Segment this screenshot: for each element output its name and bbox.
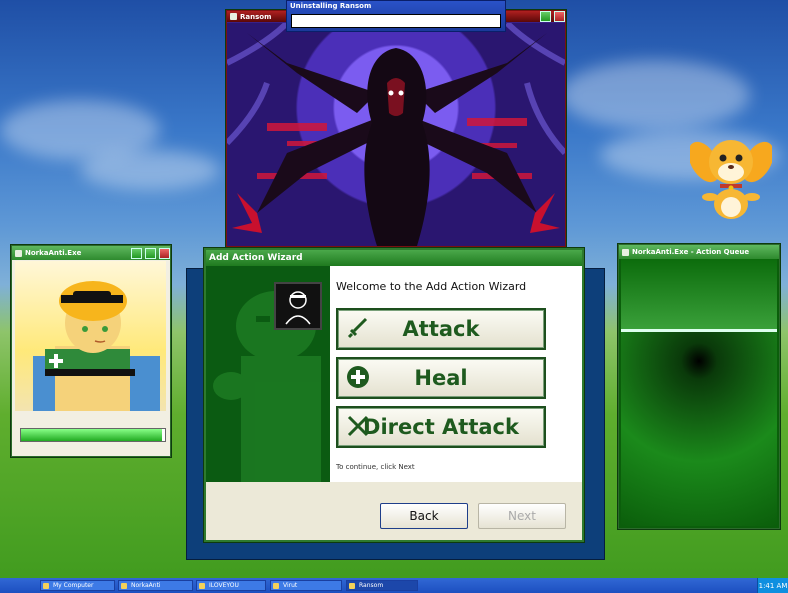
close-button[interactable] (554, 11, 565, 22)
attack-label: Attack (402, 317, 480, 341)
character-sketch-icon (274, 282, 322, 330)
portrait-title: NorkaAnti.Exe (25, 249, 82, 257)
taskbar-item-ransom[interactable]: Ransom (346, 580, 418, 591)
queue-titlebar[interactable]: NorkaAnti.Exe - Action Queue (619, 245, 779, 259)
add-action-wizard[interactable]: Add Action Wizard Welcome to the Add Act… (204, 248, 584, 542)
queue-lower-panel (621, 332, 777, 526)
taskbar: My Computer NorkaAnti ILOVEYOU Virut Ran… (0, 578, 788, 593)
action-queue-window[interactable]: NorkaAnti.Exe - Action Queue (618, 244, 780, 529)
hero-portrait (15, 261, 166, 411)
wizard-content: Welcome to the Add Action Wizard Attack … (274, 266, 582, 482)
wizard-welcome-text: Welcome to the Add Action Wizard (336, 280, 527, 293)
wizard-hint: To continue, click Next (336, 463, 415, 471)
next-button[interactable]: Next (478, 503, 566, 529)
portrait-titlebar[interactable]: NorkaAnti.Exe (12, 246, 170, 260)
taskbar-item-my-computer[interactable]: My Computer (40, 580, 115, 591)
ransom-window[interactable]: Ransom (226, 10, 566, 247)
uninstall-progress-bar (291, 14, 501, 28)
uninstall-progress-window: Uninstalling Ransom (286, 0, 506, 32)
taskbar-item-virut[interactable]: Virut (270, 580, 342, 591)
ransom-title: Ransom (240, 12, 272, 21)
close-button[interactable] (159, 247, 170, 259)
sword-icon (347, 317, 368, 339)
uninstall-title: Uninstalling Ransom (290, 2, 372, 10)
cloud (560, 60, 750, 130)
hero-health-bar (20, 428, 166, 442)
taskbar-item-norkaanti[interactable]: NorkaAnti (118, 580, 193, 591)
cloud (80, 150, 220, 190)
minimize-button[interactable] (540, 11, 551, 22)
dog-mascot-icon[interactable] (690, 132, 772, 222)
norkaanti-window-icon (15, 249, 22, 257)
hero-health-fill (21, 429, 163, 441)
heal-label: Heal (414, 366, 468, 390)
norkaanti-window-icon (622, 248, 629, 256)
taskbar-clock: 1:41 AM (757, 578, 788, 593)
minimize-button[interactable] (131, 247, 142, 259)
ransom-boss-art (227, 23, 565, 246)
maximize-button[interactable] (145, 247, 156, 259)
heal-button[interactable]: Heal (336, 357, 546, 399)
direct-attack-button[interactable]: Direct Attack (336, 406, 546, 448)
wizard-title: Add Action Wizard (209, 253, 303, 263)
back-button[interactable]: Back (380, 503, 468, 529)
wizard-titlebar[interactable]: Add Action Wizard (206, 250, 582, 266)
plus-icon (347, 366, 369, 388)
direct-attack-label: Direct Attack (363, 415, 519, 439)
queue-title: NorkaAnti.Exe - Action Queue (632, 248, 750, 256)
crossed-swords-icon (347, 415, 369, 437)
queue-upper-panel (621, 259, 777, 329)
taskbar-item-iloveyou[interactable]: ILOVEYOU (196, 580, 266, 591)
ransom-window-icon (230, 13, 237, 20)
attack-button[interactable]: Attack (336, 308, 546, 350)
norkaanti-portrait-window[interactable]: NorkaAnti.Exe (11, 245, 171, 457)
